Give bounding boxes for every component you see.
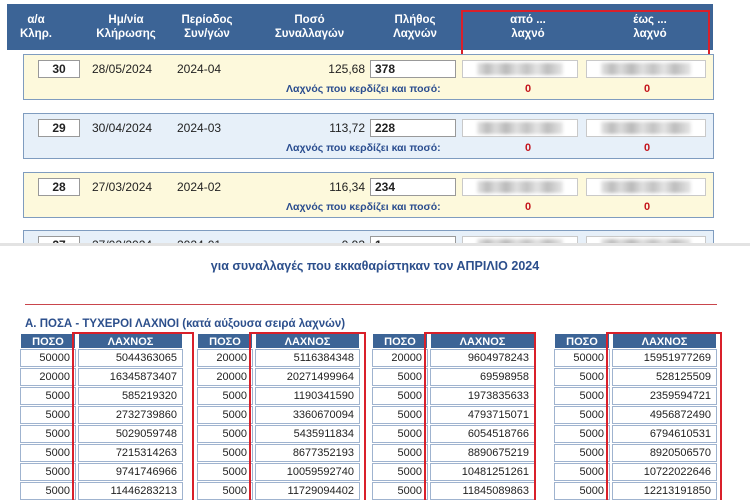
draw-period: 2024-02: [177, 180, 222, 194]
ticket-to-value: [586, 178, 706, 196]
prize-amount: 5000: [554, 425, 610, 443]
winning-ticket-label: Λαχνός που κερδίζει και ποσό:: [286, 83, 441, 95]
winning-to-zero: 0: [644, 142, 651, 154]
draw-date: 28/05/2024: [92, 62, 153, 76]
draw-amount: 125,68: [328, 62, 365, 76]
header-draw-no: α/α Κληρ.: [19, 14, 53, 40]
winning-from-zero: 0: [525, 83, 532, 95]
draw-amount: 113,72: [329, 121, 365, 135]
prize-amount: 50000: [554, 349, 610, 367]
blurred-value: [477, 122, 563, 134]
prize-amount: 5000: [372, 444, 428, 462]
tickets-count-field: 228: [370, 119, 456, 137]
draw-number-field: 28: [38, 178, 80, 196]
prize-amount: 5000: [372, 368, 428, 386]
header-period: Περίοδος Συν/γών: [181, 14, 233, 40]
draw-row: 30 28/05/2024 2024-04 125,68 378 Λαχνός που κ…: [23, 54, 714, 100]
results-subtitle: για συναλλαγές που εκκαθαρίστηκαν τον ΑΠ…: [210, 259, 540, 273]
prize-amount: 5000: [554, 387, 610, 405]
draw-period: 2024-04: [177, 62, 222, 76]
draw-number-field: 29: [38, 119, 80, 137]
ticket-from-value: [462, 119, 578, 137]
prize-amount: 5000: [20, 406, 76, 424]
prize-amount: 5000: [197, 463, 253, 481]
winning-to-zero: 0: [644, 83, 651, 95]
ticket-from-value: [462, 60, 578, 78]
prize-amount: 5000: [20, 463, 76, 481]
prize-amount: 20000: [197, 349, 253, 367]
blurred-value: [601, 63, 691, 75]
prize-amount: 5000: [372, 425, 428, 443]
prize-amount: 5000: [372, 463, 428, 481]
highlight-ticket-column: [249, 332, 366, 500]
divider-line: [25, 304, 717, 305]
draw-date: 27/03/2024: [92, 180, 153, 194]
draws-panel: α/α Κληρ. Ημ/νία Κλήρωσης Περίοδος Συν/γ…: [0, 0, 750, 245]
ticket-to-value: [586, 119, 706, 137]
draw-row: 28 27/03/2024 2024-02 116,34 234 Λαχνός που κ…: [23, 172, 714, 218]
prize-amount: 5000: [554, 406, 610, 424]
prize-amount: 5000: [20, 482, 76, 500]
winning-ticket-label: Λαχνός που κερδίζει και ποσό:: [286, 142, 441, 154]
prize-amount: 5000: [554, 444, 610, 462]
column-header-amount: ΠΟΣΟ: [554, 333, 610, 349]
prize-amount: 5000: [20, 444, 76, 462]
ticket-from-value: [462, 178, 578, 196]
header-amount: Ποσό Συναλλαγών: [274, 14, 345, 40]
blurred-value: [601, 181, 691, 193]
panel-separator: [0, 243, 750, 246]
prize-amount: 20000: [20, 368, 76, 386]
prize-amount: 5000: [554, 368, 610, 386]
section-title: Α. ΠΟΣΑ - ΤΥΧΕΡΟΙ ΛΑΧΝΟΙ (κατά αύξουσα σ…: [25, 318, 346, 330]
winning-to-zero: 0: [644, 201, 651, 213]
blurred-value: [601, 122, 691, 134]
winning-from-zero: 0: [525, 201, 532, 213]
prize-amount: 5000: [197, 387, 253, 405]
column-header-amount: ΠΟΣΟ: [20, 333, 76, 349]
blurred-value: [477, 181, 563, 193]
draw-amount: 116,34: [329, 180, 365, 194]
highlight-ticket-column: [424, 332, 536, 500]
prize-amount: 5000: [197, 425, 253, 443]
highlight-ticket-column: [606, 332, 722, 500]
winning-ticket-label: Λαχνός που κερδίζει και ποσό:: [286, 201, 441, 213]
prize-amount: 50000: [20, 349, 76, 367]
header-draw-date: Ημ/νία Κλήρωσης: [96, 14, 156, 40]
prize-amount: 5000: [197, 406, 253, 424]
highlight-ticket-column: [72, 332, 194, 500]
column-header-amount: ΠΟΣΟ: [197, 333, 253, 349]
prize-amount: 5000: [20, 387, 76, 405]
column-header-amount: ΠΟΣΟ: [372, 333, 428, 349]
prize-amount: 20000: [197, 368, 253, 386]
prize-amount: 5000: [554, 482, 610, 500]
prize-amount: 5000: [20, 425, 76, 443]
prize-amount: 5000: [554, 463, 610, 481]
header-tickets: Πλήθος Λαχνών: [393, 14, 437, 40]
prize-amount: 20000: [372, 349, 428, 367]
ticket-to-value: [586, 60, 706, 78]
prize-amount: 5000: [372, 406, 428, 424]
tickets-count-field: 234: [370, 178, 456, 196]
draw-period: 2024-03: [177, 121, 222, 135]
prize-amount: 5000: [372, 482, 428, 500]
prize-amount: 5000: [197, 444, 253, 462]
draw-row: 29 30/04/2024 2024-03 113,72 228 Λαχνός που κ…: [23, 113, 714, 159]
prize-amount: 5000: [372, 387, 428, 405]
blurred-value: [477, 63, 563, 75]
tickets-count-field: 378: [370, 60, 456, 78]
winning-from-zero: 0: [525, 142, 532, 154]
draw-date: 30/04/2024: [92, 121, 153, 135]
prize-amount: 5000: [197, 482, 253, 500]
draw-number-field: 30: [38, 60, 80, 78]
